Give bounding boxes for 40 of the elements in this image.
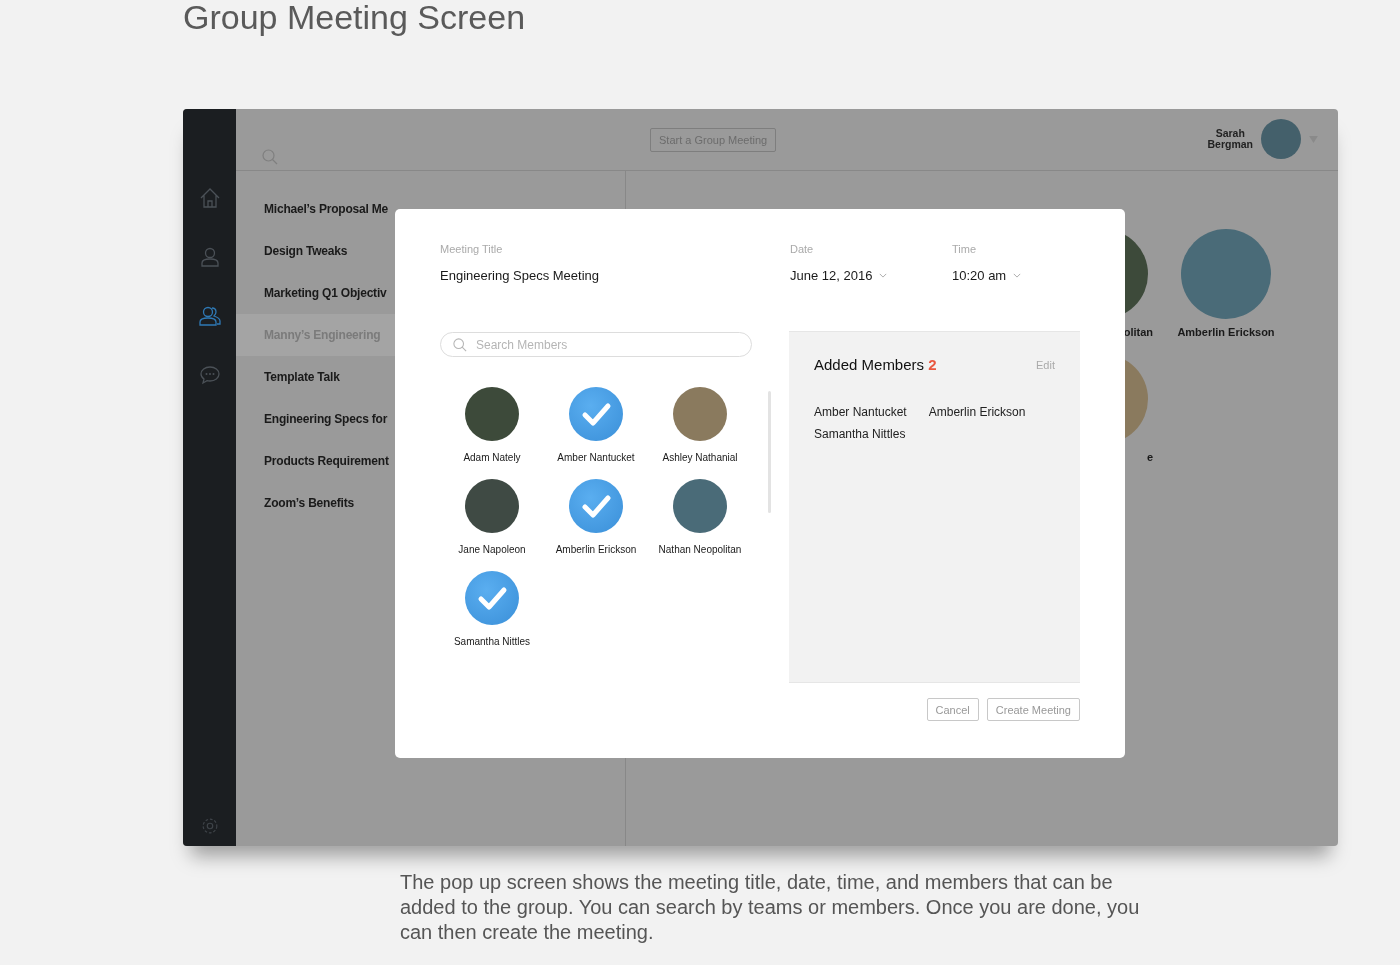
photo-placeholder[interactable] bbox=[465, 387, 519, 441]
checkmark-avatar[interactable] bbox=[569, 479, 623, 533]
home-icon[interactable] bbox=[198, 187, 221, 209]
member-name: Samantha Nittles bbox=[453, 636, 531, 647]
member-name: Ashley Nathanial bbox=[662, 452, 738, 463]
photo-placeholder[interactable] bbox=[465, 479, 519, 533]
member-name: Amberlin Erickson bbox=[1177, 326, 1275, 338]
time-dropdown[interactable]: 10:20 am bbox=[952, 268, 1022, 283]
checkmark-avatar[interactable] bbox=[465, 571, 519, 625]
chat-bubble-icon[interactable] bbox=[198, 364, 221, 386]
user-avatar[interactable] bbox=[1261, 119, 1301, 159]
search-icon bbox=[453, 338, 467, 352]
caret-icon[interactable] bbox=[879, 273, 888, 278]
field-label: Time bbox=[952, 243, 978, 255]
search-field[interactable]: Search Members bbox=[440, 332, 752, 357]
user-name: Sarah Bergman bbox=[1207, 128, 1253, 150]
member-name: olitan bbox=[1123, 326, 1154, 338]
caret-icon[interactable] bbox=[1013, 273, 1022, 278]
field-label: Date bbox=[790, 243, 815, 255]
field-label: Meeting Title bbox=[440, 243, 504, 255]
member-name: e bbox=[1146, 451, 1154, 463]
added-member-name: Samantha Nittles bbox=[814, 427, 906, 441]
added-member-name: Amber Nantucket bbox=[814, 405, 907, 419]
member-name: Nathan Neopolitan bbox=[658, 544, 742, 555]
page-title: Group Meeting Screen bbox=[183, 0, 526, 37]
member-name: Amber Nantucket bbox=[557, 452, 635, 463]
checkmark-avatar[interactable] bbox=[569, 387, 623, 441]
added-members-heading: Added Members 2 bbox=[814, 356, 937, 373]
search-icon[interactable] bbox=[262, 149, 278, 165]
member-name: Amberlin Erickson bbox=[555, 544, 637, 555]
date-dropdown[interactable]: June 12, 2016 bbox=[790, 268, 952, 283]
person-icon[interactable] bbox=[198, 246, 221, 268]
member-name: Adam Nately bbox=[463, 452, 521, 463]
photo-placeholder[interactable] bbox=[673, 479, 727, 533]
people-icon[interactable] bbox=[197, 305, 222, 327]
photo-placeholder[interactable] bbox=[673, 387, 727, 441]
meeting-title-field[interactable]: Engineering Specs Meeting bbox=[440, 268, 752, 283]
member-name: Jane Napoleon bbox=[458, 544, 526, 555]
added-member-name: Amberlin Erickson bbox=[928, 405, 1026, 419]
caption-paragraph: The pop up screen shows the meeting title, date, time, and members that can be added to the group. You can search by teams or members. Once you are done, you can then create the meeting. bbox=[400, 870, 1141, 945]
